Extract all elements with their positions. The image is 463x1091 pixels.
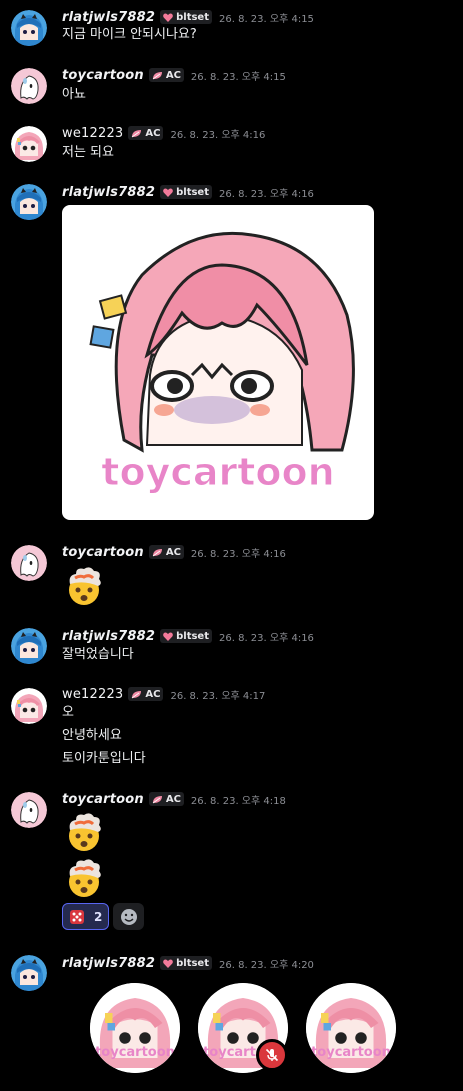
username[interactable]: rlatjwls7882	[62, 185, 155, 200]
server-tag-label: bltset	[176, 957, 209, 969]
username[interactable]: rlatjwls7882	[62, 629, 155, 644]
avatar[interactable]	[11, 628, 47, 664]
muted-badge	[256, 1039, 288, 1071]
server-tag[interactable]: AC	[128, 126, 164, 140]
sticker-watermark: toycartoon	[101, 450, 334, 494]
username[interactable]: rlatjwls7882	[62, 10, 155, 25]
reaction-button[interactable]: 2	[62, 903, 109, 930]
mic-muted-icon	[265, 1048, 279, 1062]
message-text: 오	[62, 705, 74, 720]
avatar[interactable]	[11, 68, 47, 104]
heart-icon	[163, 187, 173, 197]
username[interactable]: toycartoon	[62, 68, 144, 83]
avatar[interactable]	[11, 184, 47, 220]
server-tag[interactable]: bltset	[160, 10, 212, 24]
avatar[interactable]	[11, 955, 47, 991]
message-header: we12223 AC 26. 8. 23. 오후 4:16	[62, 123, 265, 143]
server-tag[interactable]: AC	[148, 545, 184, 559]
heart-icon	[163, 631, 173, 641]
server-tag-label: AC	[145, 688, 161, 700]
timestamp: 26. 8. 23. 오후 4:16	[219, 632, 314, 644]
timestamp: 26. 8. 23. 오후 4:17	[170, 690, 266, 702]
server-tag-label: bltset	[176, 630, 209, 642]
reaction-count: 2	[94, 909, 103, 924]
timestamp: 26. 8. 23. 오후 4:20	[219, 959, 314, 971]
avatar-watermark: toycartoon	[311, 1045, 391, 1060]
username[interactable]: we12223	[62, 126, 123, 141]
leaf-icon	[152, 795, 162, 803]
message-header: rlatjwls7882 bltset 26. 8. 23. 오후 4:16	[62, 626, 314, 646]
avatar[interactable]	[11, 126, 47, 162]
timestamp: 26. 8. 23. 오후 4:15	[190, 71, 286, 83]
server-tag[interactable]: AC	[148, 792, 184, 806]
server-tag-label: AC	[165, 793, 181, 805]
server-tag-label: AC	[165, 546, 181, 558]
voice-participant-avatar[interactable]: toycartoon	[306, 983, 396, 1073]
add-reaction-button[interactable]	[113, 903, 144, 930]
server-tag-label: bltset	[176, 186, 209, 198]
leaf-icon	[152, 71, 162, 79]
server-tag[interactable]: bltset	[160, 185, 212, 199]
message-text: 안녕하세요	[62, 728, 122, 743]
message-text: 저는 되요	[62, 145, 114, 160]
timestamp: 26. 8. 23. 오후 4:16	[190, 548, 286, 560]
server-tag[interactable]: bltset	[160, 629, 212, 643]
leaf-icon	[132, 129, 142, 137]
pink-hair-character-illustration: toycartoon	[89, 231, 355, 495]
username[interactable]: toycartoon	[62, 792, 144, 807]
avatar[interactable]	[11, 545, 47, 581]
avatar-watermark: toycartoon	[95, 1045, 175, 1060]
message-text: 아뇨	[62, 87, 86, 102]
username[interactable]: toycartoon	[62, 545, 144, 560]
heart-icon	[163, 958, 173, 968]
avatar[interactable]	[11, 688, 47, 724]
message-text: 지금 마이크 안되시나요?	[62, 27, 197, 42]
username[interactable]: we12223	[62, 687, 123, 702]
message-header: rlatjwls7882 bltset 26. 8. 23. 오후 4:16	[62, 182, 314, 202]
exploding-head-emoji[interactable]	[62, 854, 106, 898]
message-header: rlatjwls7882 bltset 26. 8. 23. 오후 4:15	[62, 7, 314, 27]
exploding-head-emoji[interactable]	[62, 808, 106, 852]
message-header: we12223 AC 26. 8. 23. 오후 4:17	[62, 684, 265, 704]
server-tag[interactable]: AC	[128, 687, 164, 701]
timestamp: 26. 8. 23. 오후 4:16	[219, 188, 314, 200]
leaf-icon	[132, 690, 142, 698]
message-header: toycartoon AC 26. 8. 23. 오후 4:15	[62, 65, 286, 85]
heart-icon	[163, 12, 173, 22]
server-tag-label: bltset	[176, 11, 209, 23]
message-header: rlatjwls7882 bltset 26. 8. 23. 오후 4:20	[62, 953, 314, 973]
server-tag-label: AC	[165, 69, 181, 81]
message-text: 토이카툰입니다	[62, 751, 146, 766]
leaf-icon	[152, 548, 162, 556]
timestamp: 26. 8. 23. 오후 4:18	[190, 795, 286, 807]
message-header: toycartoon AC 26. 8. 23. 오후 4:16	[62, 542, 286, 562]
avatar[interactable]	[11, 792, 47, 828]
server-tag[interactable]: AC	[148, 68, 184, 82]
message-text: 잘먹었습니다	[62, 647, 134, 662]
dice-icon	[70, 909, 84, 924]
username[interactable]: rlatjwls7882	[62, 956, 155, 971]
server-tag-label: AC	[145, 127, 161, 139]
server-tag[interactable]: bltset	[160, 956, 212, 970]
message-header: toycartoon AC 26. 8. 23. 오후 4:18	[62, 789, 286, 809]
sticker-image[interactable]: toycartoon	[62, 205, 374, 520]
exploding-head-emoji[interactable]	[62, 562, 106, 606]
avatar[interactable]	[11, 10, 47, 46]
timestamp: 26. 8. 23. 오후 4:16	[170, 129, 266, 141]
voice-participant-avatar[interactable]: toycartoon	[90, 983, 180, 1073]
timestamp: 26. 8. 23. 오후 4:15	[219, 13, 314, 25]
add-reaction-icon	[120, 908, 137, 925]
